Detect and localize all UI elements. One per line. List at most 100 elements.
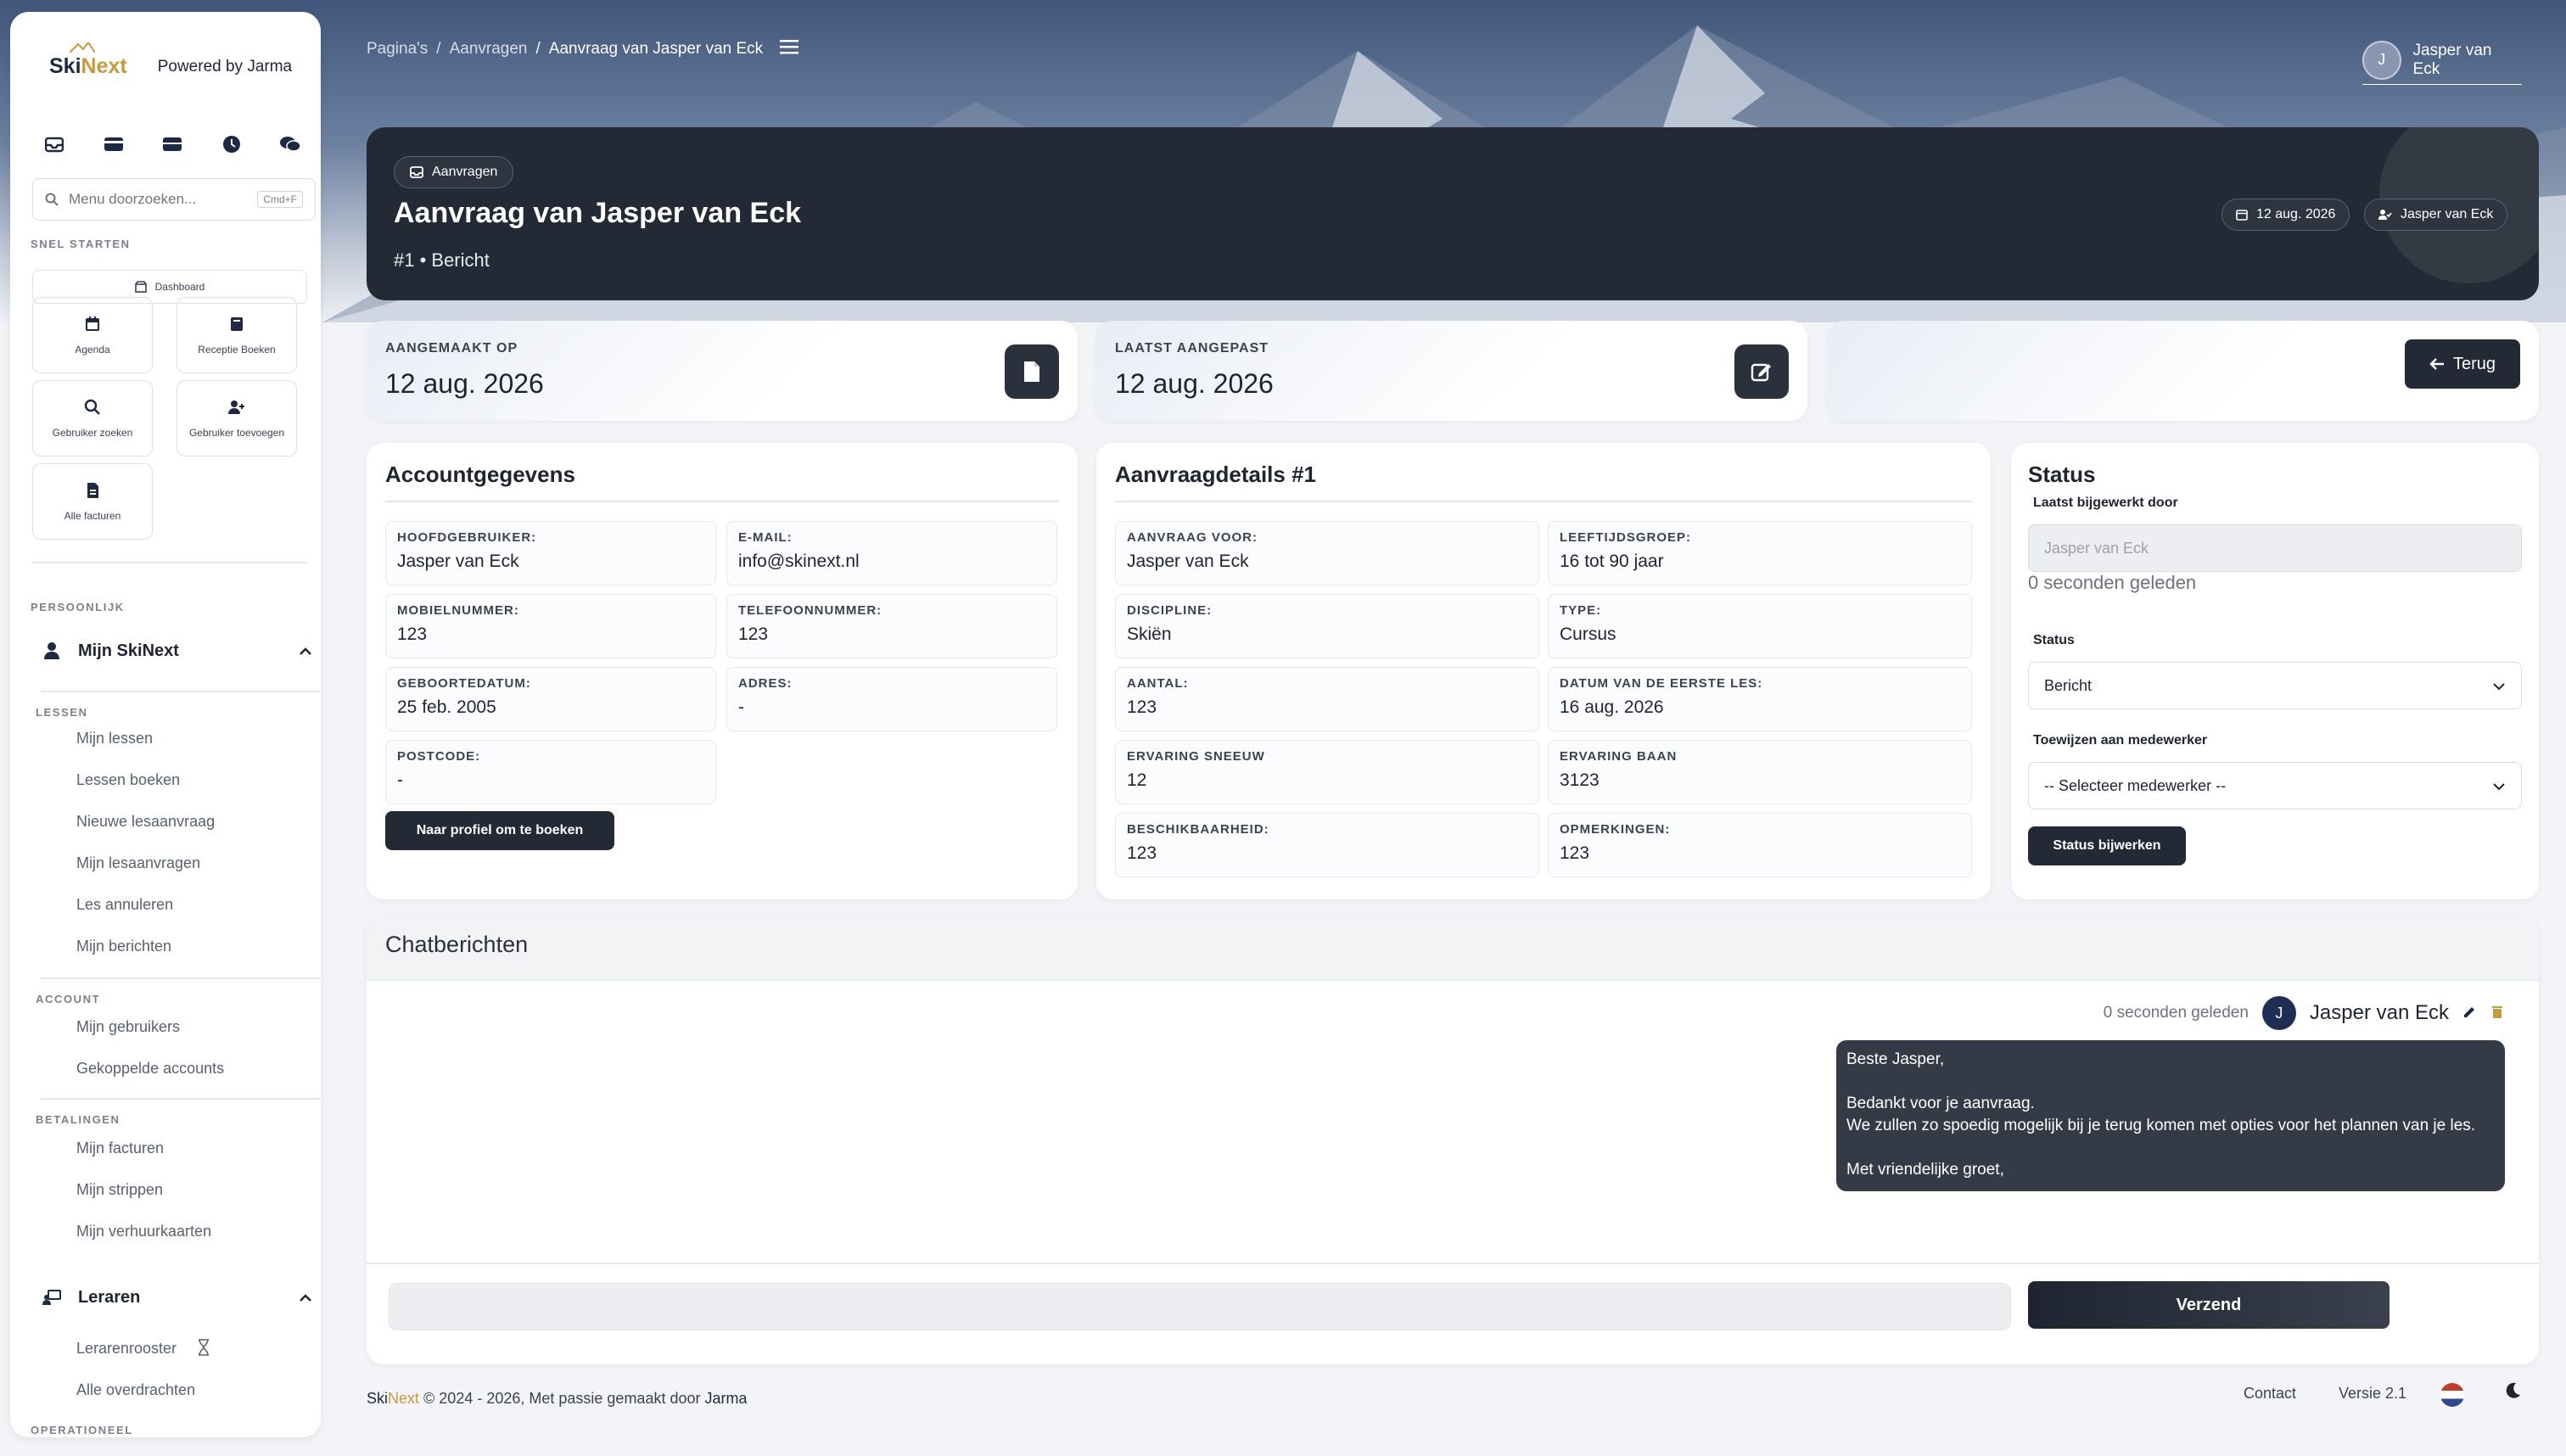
book-icon xyxy=(231,317,243,331)
send-button[interactable]: Verzend xyxy=(2028,1281,2390,1329)
teachers-group[interactable]: Leraren xyxy=(41,1286,312,1308)
assign-select[interactable]: -- Selecteer medewerker -- xyxy=(2028,762,2522,809)
search-shortcut: Cmd+F xyxy=(257,191,303,208)
menu-item-mijn-gebruikers[interactable]: Mijn gebruikers xyxy=(76,1018,180,1036)
footer-copyright: SkiNext © 2024 - 2026, Met passie gemaak… xyxy=(367,1390,748,1408)
store-icon xyxy=(134,281,147,293)
chat-bubbles-icon[interactable] xyxy=(277,131,304,158)
account-card: Accountgegevens HOOFDGEBRUIKER: Jasper va… xyxy=(367,443,1078,899)
operational-label: OPERATIONEEL xyxy=(31,1424,133,1436)
calendar-icon xyxy=(86,316,99,331)
status-label: Status xyxy=(2033,633,2075,647)
chat-divider xyxy=(367,1263,2539,1264)
field-label: DISCIPLINE: xyxy=(1127,603,1213,618)
message-meta: 0 seconden geleden J Jasper van Eck xyxy=(2104,996,2503,1030)
menu-item-les-annuleren[interactable]: Les annuleren xyxy=(76,896,173,914)
menu-item-mijn-berichten[interactable]: Mijn berichten xyxy=(76,938,171,955)
user-badge: Jasper van Eck xyxy=(2364,199,2508,231)
clock-icon[interactable] xyxy=(218,131,245,158)
credit-card-icon[interactable] xyxy=(100,131,127,158)
skinext-logo[interactable]: SkiNext xyxy=(49,42,127,79)
profile-button[interactable]: Naar profiel om te boeken xyxy=(385,811,614,850)
my-skinext-group[interactable]: Mijn SkiNext xyxy=(41,640,312,662)
pencil-icon[interactable] xyxy=(2462,1004,2478,1023)
avatar: J xyxy=(2261,996,2296,1030)
request-header-card: Aanvragen Aanvraag van Jasper van Eck #1… xyxy=(367,127,2539,300)
details-card: Aanvraagdetails #1 AANVRAAG VOOR: Jasper … xyxy=(1096,443,1991,899)
logo-ski-text: Ski xyxy=(49,54,81,78)
chat-header: Chatberichten xyxy=(367,915,2539,981)
menu-item-mijn-facturen[interactable]: Mijn facturen xyxy=(76,1140,164,1157)
menu-item-alle-overdrachten[interactable]: Alle overdrachten xyxy=(76,1381,195,1399)
footer-version: Versie 2.1 xyxy=(2339,1385,2407,1402)
menu-item-lessen-boeken[interactable]: Lessen boeken xyxy=(76,771,180,789)
created-label: AANGEMAAKT OP xyxy=(385,341,518,356)
menu-item-mijn-verhuurkaarten[interactable]: Mijn verhuurkaarten xyxy=(76,1223,211,1240)
field-label: POSTCODE: xyxy=(397,749,481,764)
breadcrumb-parent[interactable]: Aanvragen xyxy=(450,40,528,59)
trash-icon[interactable] xyxy=(2491,1004,2503,1023)
field-value: - xyxy=(397,770,403,790)
field-value: 16 tot 90 jaar xyxy=(1560,552,1664,571)
tile-gebruiker-toevoegen[interactable]: Gebruiker toevoegen xyxy=(176,380,297,456)
lessons-label: LESSEN xyxy=(36,706,88,719)
field-label: AANVRAAG VOOR: xyxy=(1127,530,1258,545)
quick-start-label: SNEL STARTEN xyxy=(31,238,131,250)
card-divider xyxy=(385,501,1059,502)
payments-label: BETALINGEN xyxy=(36,1113,120,1126)
created-value: 12 aug. 2026 xyxy=(385,368,544,399)
menu-item-lerarenrooster[interactable]: Lerarenrooster xyxy=(76,1339,211,1358)
field-value: info@skinext.nl xyxy=(738,552,860,571)
menu-item-nieuwe-lesaanvraag[interactable]: Nieuwe lesaanvraag xyxy=(76,813,215,831)
tile-agenda[interactable]: Agenda xyxy=(32,297,153,373)
status-select[interactable]: Bericht xyxy=(2028,662,2522,709)
brand: SkiNext Powered by Jarma xyxy=(49,42,292,79)
breadcrumb-root[interactable]: Pagina's xyxy=(367,40,428,59)
chat-panel: Chatberichten 0 seconden geleden J Jaspe… xyxy=(367,915,2539,1364)
breadcrumb: Pagina's / Aanvragen / Aanvraag van Jasp… xyxy=(367,39,799,59)
dashboard-label: Dashboard xyxy=(154,281,205,293)
quick-icons xyxy=(41,131,304,158)
chevron-down-icon xyxy=(2492,777,2506,795)
menu-item-mijn-lesaanvragen[interactable]: Mijn lesaanvragen xyxy=(76,854,200,872)
inbox-icon[interactable] xyxy=(41,131,68,158)
field-label: HOOFDGEBRUIKER: xyxy=(397,530,537,545)
moon-icon[interactable] xyxy=(2503,1381,2522,1404)
menu-item-mijn-lessen[interactable]: Mijn lessen xyxy=(76,730,153,748)
field-value: Jasper van Eck xyxy=(397,552,519,571)
dutch-flag-icon[interactable] xyxy=(2440,1383,2464,1407)
tile-gebruiker-zoeken[interactable]: Gebruiker zoeken xyxy=(32,380,153,456)
field-label: AANTAL: xyxy=(1127,676,1189,691)
footer-contact-link[interactable]: Contact xyxy=(2244,1385,2296,1403)
footer-ski: Ski xyxy=(367,1390,389,1407)
tile-alle-facturen[interactable]: Alle facturen xyxy=(32,463,153,540)
menu-search[interactable]: Cmd+F xyxy=(32,178,316,221)
menu-item-gekoppelde-accounts[interactable]: Gekoppelde accounts xyxy=(76,1060,224,1078)
chat-message-input[interactable] xyxy=(389,1283,2011,1330)
field-value: 25 feb. 2005 xyxy=(397,697,496,717)
hamburger-menu-icon[interactable] xyxy=(780,39,799,59)
back-button[interactable]: Terug xyxy=(2405,339,2520,389)
update-status-button[interactable]: Status bijwerken xyxy=(2028,826,2186,865)
footer-author-link[interactable]: Jarma xyxy=(705,1390,748,1407)
menu-item-mijn-strippen[interactable]: Mijn strippen xyxy=(76,1181,163,1199)
chevron-up-icon xyxy=(299,1288,312,1308)
wallet-icon[interactable] xyxy=(159,131,186,158)
field-age-group: LEEFTIJDSGROEP: 16 tot 90 jaar xyxy=(1548,521,1972,585)
search-input[interactable] xyxy=(69,191,258,208)
updated-value: 12 aug. 2026 xyxy=(1115,368,1274,399)
field-value: 123 xyxy=(397,624,428,644)
personal-label: PERSOONLIJK xyxy=(31,601,125,613)
category-pill-label: Aanvragen xyxy=(432,165,498,179)
field-remarks: OPMERKINGEN: 123 xyxy=(1548,813,1972,877)
user-menu[interactable]: J Jasper van Eck xyxy=(2362,36,2522,85)
field-label: ERVARING SNEEUW xyxy=(1127,749,1265,764)
assign-label: Toewijzen aan medewerker xyxy=(2033,733,2208,748)
date-badge-label: 12 aug. 2026 xyxy=(2256,207,2336,221)
tile-receptie-boeken[interactable]: Receptie Boeken xyxy=(176,297,297,373)
account-title: Accountgegevens xyxy=(385,462,575,487)
edit-icon xyxy=(1734,344,1789,399)
message-bubble: Beste Jasper, Bedankt voor je aanvraag. … xyxy=(1836,1040,2505,1191)
breadcrumb-separator: / xyxy=(436,40,441,58)
field-label: OPMERKINGEN: xyxy=(1560,822,1671,837)
